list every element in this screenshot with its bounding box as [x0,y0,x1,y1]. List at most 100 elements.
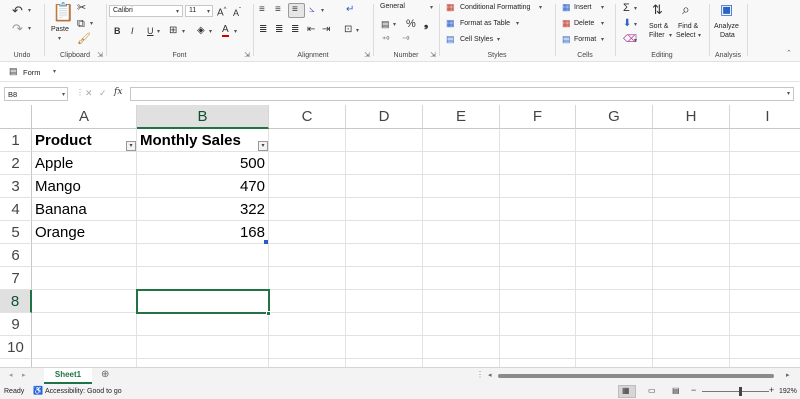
cancel-icon[interactable]: ✕ [85,89,93,98]
page-layout-icon[interactable]: ▭ [648,387,656,395]
accounting-dropdown-icon[interactable]: ▾ [393,22,396,28]
empty-cell[interactable] [500,198,576,221]
empty-cell[interactable] [423,290,500,313]
empty-cell[interactable] [269,152,346,175]
sort-filter-label-2[interactable]: Filter [649,32,665,39]
zoom-level[interactable]: 192% [779,388,797,395]
empty-cell[interactable] [576,267,653,290]
autosum-icon[interactable]: Σ [623,3,630,14]
zoom-slider-thumb[interactable] [739,387,742,396]
format-painter-icon[interactable]: 🖌 [77,34,91,45]
column-header-e[interactable]: E [423,105,500,129]
row-header-11[interactable] [0,359,32,367]
paste-icon[interactable]: 📋 [52,3,74,21]
empty-cell[interactable] [346,267,423,290]
shrink-font-icon[interactable]: Aˇ [233,8,241,18]
empty-cell[interactable] [269,198,346,221]
empty-cell[interactable] [346,359,423,367]
decrease-decimal-icon[interactable]: ⁻⁰ [402,36,409,44]
empty-cell[interactable] [500,359,576,367]
table-resize-handle[interactable] [264,240,268,244]
clipboard-launcher-icon[interactable]: ⇲ [97,51,103,59]
column-header-g[interactable]: G [576,105,653,129]
middle-align-icon[interactable]: ≡ [275,5,281,15]
empty-cell[interactable] [653,221,730,244]
analyze-data-label-1[interactable]: Analyze [714,23,739,30]
undo-dropdown-icon[interactable]: ▾ [28,8,31,14]
empty-cell[interactable] [423,244,500,267]
empty-cell[interactable] [346,175,423,198]
form-button[interactable]: Form [23,68,41,77]
horizontal-scrollbar[interactable]: ◂ ▸ [488,372,794,380]
format-as-table-icon[interactable]: ▦ [446,19,455,28]
grow-font-icon[interactable]: A^ [217,7,227,18]
empty-cell[interactable] [32,359,137,367]
fill-handle[interactable] [266,311,271,316]
insert-dropdown-icon[interactable]: ▾ [601,5,604,11]
row-header-7[interactable]: 7 [0,267,32,290]
comma-style-icon[interactable]: ❟ [424,19,428,30]
empty-cell[interactable] [500,244,576,267]
customize-bar-icon[interactable]: ▾ [53,69,56,75]
fill-color-icon[interactable]: ◈ [197,26,205,36]
column-header-c[interactable]: C [269,105,346,129]
table-cell[interactable]: Apple [32,152,137,175]
conditional-dropdown-icon[interactable]: ▾ [539,5,542,11]
empty-cell[interactable] [576,359,653,367]
delete-button[interactable]: Delete [574,20,594,27]
empty-cell[interactable] [653,267,730,290]
empty-cell[interactable] [346,152,423,175]
redo-dropdown-icon[interactable]: ▾ [28,26,31,32]
empty-cell[interactable] [576,290,653,313]
empty-cell[interactable] [653,336,730,359]
orientation-dropdown-icon[interactable]: ▾ [321,8,324,14]
empty-cell[interactable] [32,244,137,267]
delete-icon[interactable]: ▦ [562,19,571,28]
empty-cell[interactable] [576,313,653,336]
formula-input[interactable] [130,87,794,101]
cut-icon[interactable]: ✂ [77,3,86,14]
expand-formula-bar-icon[interactable]: ▾ [787,91,790,97]
empty-cell[interactable] [423,152,500,175]
empty-cell[interactable] [653,359,730,367]
selected-cell-outline[interactable] [136,289,270,314]
empty-cell[interactable] [346,221,423,244]
filter-dropdown-icon[interactable]: ▾ [126,141,136,151]
column-header-b[interactable]: B [137,105,269,129]
row-header-9[interactable]: 9 [0,313,32,336]
empty-cell[interactable] [346,336,423,359]
empty-cell[interactable] [730,244,800,267]
analyze-data-icon[interactable]: ▣ [720,2,733,16]
empty-cell[interactable] [653,175,730,198]
empty-cell[interactable] [32,290,137,313]
scroll-left-icon[interactable]: ◂ [9,372,13,379]
copy-icon[interactable]: ⧉ [77,19,85,30]
align-left-icon[interactable]: ≣ [259,25,267,35]
empty-cell[interactable] [423,221,500,244]
table-cell[interactable]: 322 [137,198,269,221]
empty-cell[interactable] [653,152,730,175]
empty-cell[interactable] [137,336,269,359]
collapse-ribbon-icon[interactable]: ⌃ [786,50,792,57]
row-header-2[interactable]: 2 [0,152,32,175]
increase-decimal-icon[interactable]: ⁺⁰ [382,36,389,44]
format-button[interactable]: Format [574,36,596,43]
accounting-format-icon[interactable]: ▤ [381,20,390,29]
empty-cell[interactable] [423,175,500,198]
align-right-icon[interactable]: ≣ [291,25,299,35]
wrap-text-icon[interactable]: ↵ [346,5,354,15]
accessibility-icon[interactable]: ♿ [33,387,43,395]
empty-cell[interactable] [423,313,500,336]
empty-cell[interactable] [500,313,576,336]
empty-cell[interactable] [32,336,137,359]
find-select-label-2[interactable]: Select [676,32,695,39]
add-sheet-icon[interactable]: ⊕ [101,370,109,380]
column-header-h[interactable]: H [653,105,730,129]
empty-cell[interactable] [137,244,269,267]
empty-cell[interactable] [137,267,269,290]
alignment-launcher-icon[interactable]: ⇲ [364,51,370,59]
empty-cell[interactable] [730,152,800,175]
column-header-i[interactable]: I [730,105,800,129]
bottom-align-icon[interactable]: ≡ [292,5,298,15]
fill-color-dropdown-icon[interactable]: ▾ [209,29,212,35]
